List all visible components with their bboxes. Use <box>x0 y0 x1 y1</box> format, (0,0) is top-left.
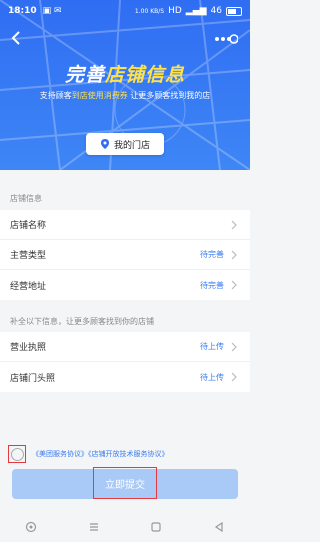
chevron-right-icon <box>231 250 237 259</box>
row-label: 经营地址 <box>10 281 47 292</box>
page-headline: 完善店铺信息 <box>0 60 250 87</box>
submit-button[interactable]: 立即提交 <box>93 467 157 499</box>
row-business-address[interactable]: 经营地址 待完善 <box>0 270 250 300</box>
network-speed: 1.00 KB/S <box>134 7 165 15</box>
row-label: 营业执照 <box>10 343 47 353</box>
row-label: 店铺门头照 <box>10 373 56 384</box>
row-main-category[interactable]: 主营类型 待完善 <box>0 240 250 270</box>
subline-highlight: 到店使用消费券 <box>71 91 128 100</box>
nav-back-icon[interactable] <box>213 521 225 533</box>
store-info-card: 店铺名称 主营类型 待完善 经营地址 待完善 <box>0 210 250 300</box>
section-store-info-title: 店铺信息 <box>10 194 42 203</box>
supplement-card: 营业执照 待上传 店铺门头照 待上传 <box>0 332 250 392</box>
page-subheadline: 支持顾客到店使用消费券 让更多顾客找到我的店 <box>0 90 250 101</box>
subline-prefix: 支持顾客 <box>39 91 72 100</box>
row-value: 待上传 <box>200 372 224 382</box>
agreement-checkbox[interactable] <box>8 445 26 463</box>
row-label: 店铺名称 <box>10 221 47 231</box>
row-store-name[interactable]: 店铺名称 <box>0 210 250 240</box>
submit-label: 立即提交 <box>105 479 145 491</box>
headline-prefix: 完善 <box>64 64 105 86</box>
hd-label: HD <box>168 6 182 16</box>
headline-highlight: 店铺信息 <box>105 64 186 86</box>
chevron-right-icon <box>231 280 237 290</box>
my-store-chip[interactable]: 我的门店 <box>86 133 164 155</box>
subline-suffix: 让更多顾客找到我的店 <box>127 91 211 100</box>
system-nav-bar <box>0 512 250 542</box>
chevron-right-icon <box>231 372 237 382</box>
agreement-links[interactable]: 《美团服务协议》《店铺开放技术服务协议》 <box>32 449 169 459</box>
back-arrow-icon[interactable] <box>8 30 24 46</box>
status-time: 18:10 <box>8 6 37 16</box>
row-value: 待上传 <box>200 342 224 351</box>
my-store-label: 我的门店 <box>113 140 150 151</box>
chevron-right-icon <box>231 342 237 351</box>
nav-home-icon[interactable] <box>25 521 37 533</box>
row-business-license[interactable]: 营业执照 待上传 <box>0 332 250 362</box>
more-options-icon[interactable] <box>212 32 238 46</box>
row-value: 待完善 <box>200 250 224 259</box>
battery-icon <box>226 6 242 16</box>
app-notification-icon: ▣ ✉ <box>42 6 62 16</box>
nav-recents-icon[interactable] <box>150 521 162 533</box>
row-value: 待完善 <box>200 280 224 290</box>
status-bar: 18:10 ▣ ✉ 1.00 KB/S HD ▂▄▆ 46 <box>0 0 250 22</box>
radio-circle-icon <box>10 447 24 461</box>
chevron-right-icon <box>231 220 237 229</box>
nav-menu-icon[interactable] <box>88 521 100 533</box>
signal-icon: ▂▄▆ <box>185 6 207 16</box>
signal-label: 46 <box>210 6 222 16</box>
section-supplement-title: 补全以下信息，让更多顾客找到你的店铺 <box>10 317 154 326</box>
location-pin-icon <box>100 139 109 149</box>
row-label: 主营类型 <box>10 251 47 261</box>
row-storefront-photo[interactable]: 店铺门头照 待上传 <box>0 362 250 392</box>
agreement-row: 《美团服务协议》《店铺开放技术服务协议》 <box>8 444 244 464</box>
